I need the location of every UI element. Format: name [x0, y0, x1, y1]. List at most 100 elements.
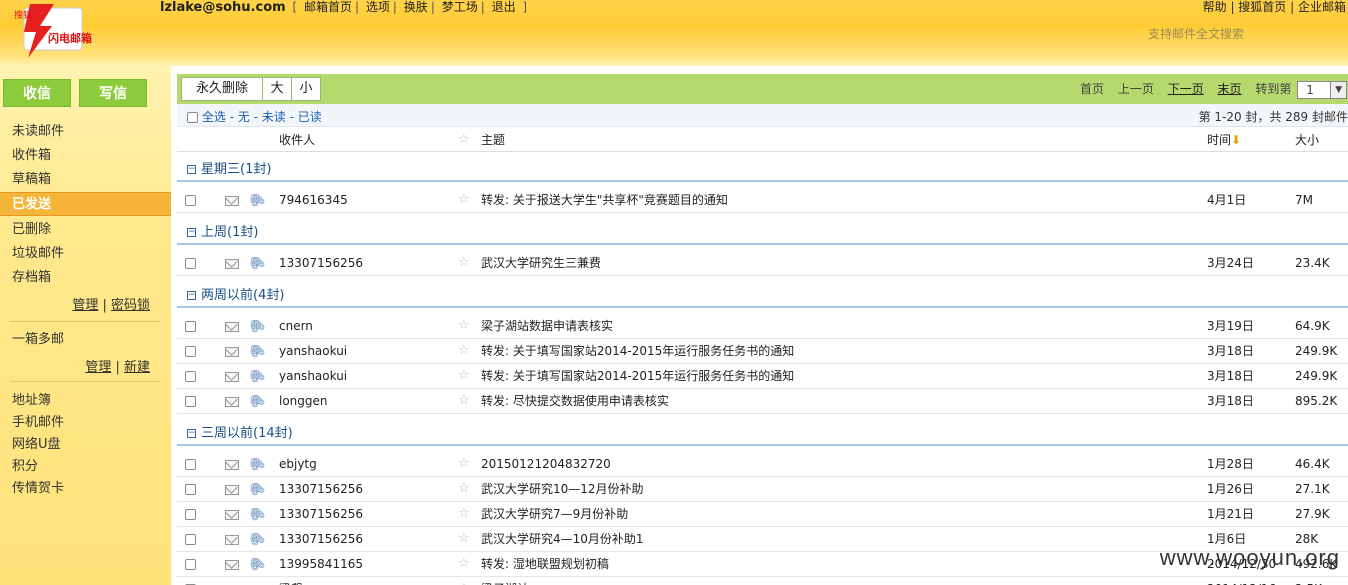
permanent-delete-button[interactable]: 永久删除: [181, 77, 263, 101]
subject[interactable]: 武汉大学研究10—12月份补助: [481, 477, 644, 501]
last-page-link[interactable]: 末页: [1218, 82, 1242, 96]
table-row[interactable]: 🖇 13307156256 ☆ 武汉大学研究10—12月份补助 1月26日 27.1K: [177, 477, 1348, 502]
star-icon[interactable]: ☆: [458, 577, 470, 585]
small-view-button[interactable]: 小: [291, 77, 321, 101]
recipient[interactable]: 梁飙: [279, 577, 303, 585]
star-icon[interactable]: ☆: [458, 527, 470, 551]
recipient[interactable]: 794616345: [279, 188, 348, 212]
select-read-link[interactable]: 已读: [298, 110, 322, 124]
table-row[interactable]: 梁飙 ☆ 梁子湖站 2014/12/16 2.5K: [177, 577, 1348, 585]
first-page-link[interactable]: 首页: [1080, 82, 1104, 96]
folder-deleted[interactable]: 已删除: [0, 218, 171, 242]
subject[interactable]: 转发: 关于报送大学生"共享杯"竞赛题目的通知: [481, 188, 728, 212]
recipient[interactable]: 13307156256: [279, 251, 363, 275]
subject[interactable]: 武汉大学研究生三兼费: [481, 251, 601, 275]
folder-sent[interactable]: 已发送: [0, 192, 171, 216]
col-recipient[interactable]: 收件人: [279, 128, 315, 152]
nav-dream-workshop[interactable]: 梦工场: [442, 0, 478, 14]
mobile-mail[interactable]: 手机邮件: [0, 411, 171, 435]
row-checkbox[interactable]: [185, 559, 196, 570]
chevron-down-icon[interactable]: ▼: [1330, 81, 1347, 98]
nav-mail-home[interactable]: 邮箱首页: [304, 0, 352, 14]
subject[interactable]: 20150121204832720: [481, 452, 611, 476]
folder-archive[interactable]: 存档箱: [0, 266, 171, 290]
subject[interactable]: 转发: 关于填写国家站2014-2015年运行服务任务书的通知: [481, 364, 794, 388]
table-row[interactable]: 🖇 cnern ☆ 梁子湖站数据申请表核实 3月19日 64.9K: [177, 314, 1348, 339]
folder-unread[interactable]: 未读邮件: [0, 120, 171, 144]
table-row[interactable]: 🖇 794616345 ☆ 转发: 关于报送大学生"共享杯"竞赛题目的通知 4月1日 7M: [177, 188, 1348, 213]
page-select[interactable]: 1 ▼: [1297, 80, 1348, 99]
col-time[interactable]: 时间⬇: [1207, 128, 1241, 152]
greeting-cards[interactable]: 传情贺卡: [0, 477, 171, 501]
table-row[interactable]: 🖇 13307156256 ☆ 武汉大学研究7—9月份补助 1月21日 27.9K: [177, 502, 1348, 527]
row-checkbox[interactable]: [185, 258, 196, 269]
table-row[interactable]: 🖇 longgen ☆ 转发: 尽快提交数据使用申请表核实 3月18日 895.2K: [177, 389, 1348, 414]
nav-skin[interactable]: 换肤: [404, 0, 428, 14]
folder-lock-link[interactable]: 密码锁: [111, 298, 150, 313]
enterprise-mail-link[interactable]: 企业邮箱: [1298, 0, 1346, 14]
row-checkbox[interactable]: [185, 195, 196, 206]
table-row[interactable]: 🖇 ebjytg ☆ 20150121204832720 1月28日 46.4K: [177, 452, 1348, 477]
row-checkbox[interactable]: [185, 396, 196, 407]
col-subject[interactable]: 主题: [481, 128, 505, 152]
group-header[interactable]: − 两周以前(4封): [177, 284, 1348, 308]
table-row[interactable]: 🖇 yanshaokui ☆ 转发: 关于填写国家站2014-2015年运行服务任务书…: [177, 339, 1348, 364]
group-header[interactable]: − 星期三(1封): [177, 158, 1348, 182]
group-header[interactable]: − 三周以前(14封): [177, 422, 1348, 446]
large-view-button[interactable]: 大: [262, 77, 292, 101]
subject[interactable]: 转发: 关于填写国家站2014-2015年运行服务任务书的通知: [481, 339, 794, 363]
subject[interactable]: 武汉大学研究7—9月份补助: [481, 502, 628, 526]
select-all-link[interactable]: 全选: [202, 110, 226, 124]
recipient[interactable]: 13995841165: [279, 552, 363, 576]
address-book[interactable]: 地址簿: [0, 389, 171, 413]
star-icon[interactable]: ☆: [458, 477, 470, 501]
row-checkbox[interactable]: [185, 371, 196, 382]
help-link[interactable]: 帮助: [1203, 0, 1227, 14]
receive-button[interactable]: 收信: [3, 79, 71, 107]
collapse-icon[interactable]: −: [187, 291, 196, 300]
compose-button[interactable]: 写信: [79, 79, 147, 107]
folder-spam[interactable]: 垃圾邮件: [0, 242, 171, 266]
folder-inbox[interactable]: 收件箱: [0, 144, 171, 168]
recipient[interactable]: 13307156256: [279, 527, 363, 551]
subject[interactable]: 武汉大学研究4—10月份补助1: [481, 527, 644, 551]
table-row[interactable]: 🖇 13307156256 ☆ 武汉大学研究生三兼费 3月24日 23.4K: [177, 251, 1348, 276]
row-checkbox[interactable]: [185, 321, 196, 332]
row-checkbox[interactable]: [185, 459, 196, 470]
prev-page-link[interactable]: 上一页: [1118, 82, 1154, 96]
group-header[interactable]: − 上周(1封): [177, 221, 1348, 245]
network-disk[interactable]: 网络U盘: [0, 433, 171, 457]
fulltext-search-hint[interactable]: 支持邮件全文搜索: [1148, 25, 1244, 42]
star-icon[interactable]: ☆: [458, 188, 470, 212]
subject[interactable]: 转发: 湿地联盟规划初稿: [481, 552, 609, 576]
row-checkbox[interactable]: [185, 484, 196, 495]
star-icon[interactable]: ☆: [458, 314, 470, 338]
sohu-home-link[interactable]: 搜狐首页: [1238, 0, 1286, 14]
recipient[interactable]: longgen: [279, 389, 328, 413]
multi-box[interactable]: 一箱多邮: [0, 328, 171, 352]
star-icon[interactable]: ☆: [458, 552, 470, 576]
col-size[interactable]: 大小: [1295, 128, 1319, 152]
row-checkbox[interactable]: [185, 346, 196, 357]
points[interactable]: 积分: [0, 455, 171, 479]
multi-manage-link[interactable]: 管理: [85, 360, 111, 375]
recipient[interactable]: 13307156256: [279, 502, 363, 526]
nav-options[interactable]: 选项: [366, 0, 390, 14]
folder-drafts[interactable]: 草稿箱: [0, 168, 171, 192]
star-icon[interactable]: ☆: [458, 339, 470, 363]
subject[interactable]: 转发: 尽快提交数据使用申请表核实: [481, 389, 669, 413]
star-icon[interactable]: ☆: [458, 364, 470, 388]
collapse-icon[interactable]: −: [187, 228, 196, 237]
star-icon[interactable]: ☆: [458, 452, 470, 476]
folder-manage-link[interactable]: 管理: [72, 298, 98, 313]
star-icon[interactable]: ☆: [458, 251, 470, 275]
next-page-link[interactable]: 下一页: [1168, 82, 1204, 96]
subject[interactable]: 梁子湖站数据申请表核实: [481, 314, 613, 338]
recipient[interactable]: yanshaokui: [279, 339, 347, 363]
recipient[interactable]: ebjytg: [279, 452, 317, 476]
table-row[interactable]: 🖇 yanshaokui ☆ 转发: 关于填写国家站2014-2015年运行服务任务书…: [177, 364, 1348, 389]
collapse-icon[interactable]: −: [187, 165, 196, 174]
star-icon[interactable]: ☆: [458, 502, 470, 526]
subject[interactable]: 梁子湖站: [481, 577, 529, 585]
row-checkbox[interactable]: [185, 509, 196, 520]
